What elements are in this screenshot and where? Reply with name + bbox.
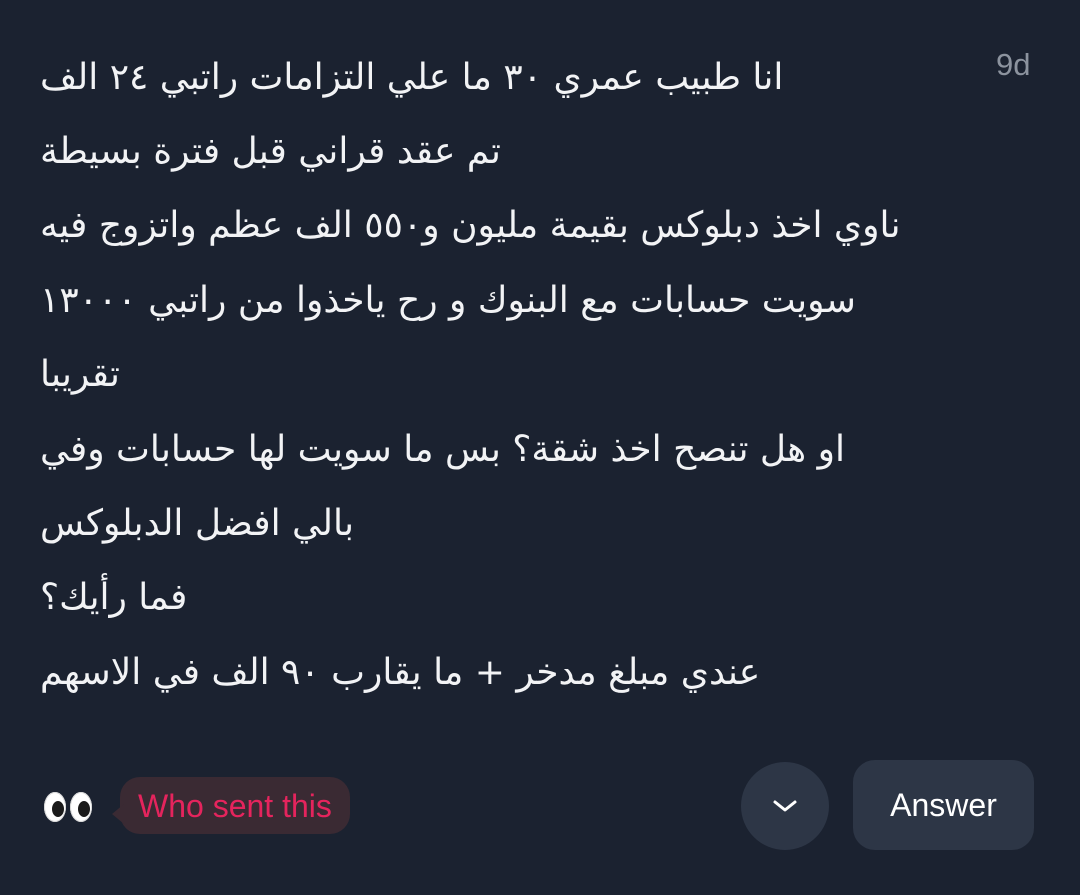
message-line-4: سويت حسابات مع البنوك و رح ياخذوا من رات…: [40, 279, 856, 321]
answer-label: Answer: [890, 786, 997, 823]
answer-button[interactable]: Answer: [853, 760, 1034, 850]
eye-left-icon: [44, 792, 66, 822]
message-line-1: انا طبيب عمري ٣٠ ما علي التزامات راتبي ٢…: [40, 56, 784, 98]
pupil-left-icon: [52, 801, 64, 817]
message-line-9: عندي مبلغ مدخر + ما يقارب ٩٠ الف في الاس…: [40, 651, 761, 693]
pupil-right-icon: [78, 801, 90, 817]
more-options-button[interactable]: [741, 762, 829, 850]
who-sent-this-label: Who sent this: [138, 787, 332, 824]
message-line-3: ناوي اخذ دبلوكس بقيمة مليون و٥٥٠ الف عظم…: [40, 205, 901, 247]
eye-right-icon: [70, 792, 92, 822]
eyes-icon: [44, 787, 92, 827]
question-age: 9d: [996, 47, 1031, 82]
message-line-5: تقريبا: [40, 354, 120, 396]
message-line-6: او هل تنصح اخذ شقة؟ بس ما سويت لها حسابا…: [40, 428, 845, 470]
who-sent-this-button[interactable]: Who sent this: [112, 777, 350, 834]
message-line-2: تم عقد قراني قبل فترة بسيطة: [40, 131, 501, 173]
message-line-7: بالي افضل الدبلوكس: [40, 503, 354, 545]
chevron-down-icon: [773, 800, 797, 812]
message-line-8: فما رأيك؟: [40, 577, 188, 619]
question-message: انا طبيب عمري ٣٠ ما علي التزامات راتبي ٢…: [40, 40, 985, 710]
question-card: 9d انا طبيب عمري ٣٠ ما علي التزامات راتب…: [0, 0, 1080, 895]
